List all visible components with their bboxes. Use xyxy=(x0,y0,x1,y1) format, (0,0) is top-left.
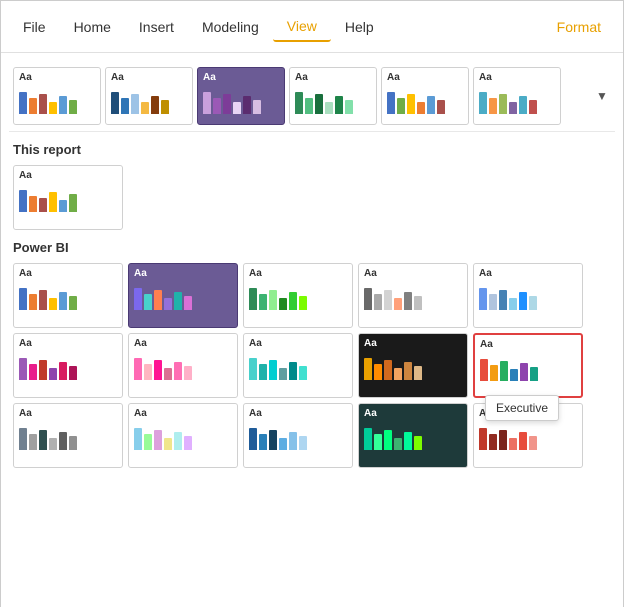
theme-card-bars xyxy=(19,352,117,380)
this-report-grid: Aa xyxy=(9,163,615,232)
theme-card-bars xyxy=(295,86,371,114)
theme-panel: Aa Aa Aa Aa Aa Aa ▼ This report Aa Power BI Aa… xyxy=(1,53,623,608)
theme-card-label: Aa xyxy=(19,170,117,181)
menu-home[interactable]: Home xyxy=(60,13,125,41)
menu-insert[interactable]: Insert xyxy=(125,13,188,41)
theme-card-label: Aa xyxy=(19,268,117,279)
theme-card-bars xyxy=(19,184,117,212)
theme-tooltip: Executive xyxy=(485,395,559,421)
menu-format[interactable]: Format xyxy=(543,13,615,41)
theme-card-label: Aa xyxy=(249,268,347,279)
theme-card-bars xyxy=(364,422,462,450)
theme-card-label: Aa xyxy=(295,72,371,83)
theme-card-bars xyxy=(19,86,95,114)
theme-card-label: Aa xyxy=(364,338,462,349)
theme-card[interactable]: Aa xyxy=(13,67,101,125)
theme-card-bars xyxy=(249,352,347,380)
theme-card-bars xyxy=(134,282,232,310)
theme-card-label: Aa xyxy=(19,338,117,349)
theme-card-label: Aa xyxy=(134,338,232,349)
theme-card-bars xyxy=(249,282,347,310)
theme-card[interactable]: Aa xyxy=(473,67,561,125)
theme-card[interactable]: Aa xyxy=(473,263,583,328)
theme-card-bars xyxy=(111,86,187,114)
theme-card[interactable]: Aa xyxy=(358,333,468,398)
theme-card[interactable]: Aa xyxy=(243,333,353,398)
theme-card-label: Aa xyxy=(111,72,187,83)
theme-card-label: Aa xyxy=(479,268,577,279)
theme-card[interactable]: Aa xyxy=(289,67,377,125)
theme-card[interactable]: Aa xyxy=(381,67,469,125)
theme-card[interactable]: Aa xyxy=(13,403,123,468)
theme-card-bars xyxy=(479,86,555,114)
theme-card-bars xyxy=(364,352,462,380)
theme-card-label: Aa xyxy=(364,268,462,279)
theme-card[interactable]: Aa xyxy=(243,403,353,468)
theme-card-bars xyxy=(479,282,577,310)
theme-card-bars xyxy=(249,422,347,450)
theme-card-bars xyxy=(134,352,232,380)
power-bi-grid: AaAaAaAaAaAaAaAaAaAaExecutiveAaAaAaAaAa xyxy=(9,261,615,470)
ribbon-themes-row: Aa Aa Aa Aa Aa Aa ▼ xyxy=(9,61,615,132)
menu-help[interactable]: Help xyxy=(331,13,388,41)
theme-card[interactable]: Aa xyxy=(128,403,238,468)
theme-card-label: Aa xyxy=(364,408,462,419)
theme-card[interactable]: Aa xyxy=(243,263,353,328)
theme-card[interactable]: Aa xyxy=(13,333,123,398)
theme-card-label: Aa xyxy=(249,338,347,349)
theme-card-bars xyxy=(203,86,279,114)
theme-card[interactable]: Aa xyxy=(128,263,238,328)
theme-card[interactable]: Aa xyxy=(13,165,123,230)
theme-card-label: Aa xyxy=(134,408,232,419)
theme-card-bars xyxy=(480,353,576,381)
theme-card[interactable]: Aa xyxy=(358,263,468,328)
menu-view[interactable]: View xyxy=(273,12,331,42)
theme-card[interactable]: Aa xyxy=(197,67,285,125)
this-report-section-title: This report xyxy=(13,142,611,157)
menubar: File Home Insert Modeling View Help Form… xyxy=(1,1,623,53)
theme-card-bars xyxy=(19,422,117,450)
theme-card[interactable]: Aa xyxy=(105,67,193,125)
theme-card-bars xyxy=(387,86,463,114)
theme-card-label: Aa xyxy=(19,72,95,83)
theme-card[interactable]: Aa xyxy=(13,263,123,328)
theme-card-label: Aa xyxy=(479,72,555,83)
theme-card[interactable]: Aa xyxy=(128,333,238,398)
theme-card-bars xyxy=(134,422,232,450)
theme-card-label: Aa xyxy=(480,339,576,350)
menu-modeling[interactable]: Modeling xyxy=(188,13,273,41)
theme-card-label: Aa xyxy=(203,72,279,83)
theme-card-label: Aa xyxy=(387,72,463,83)
theme-card[interactable]: Aa xyxy=(358,403,468,468)
theme-card-bars xyxy=(19,282,117,310)
theme-card[interactable]: AaExecutive xyxy=(473,333,583,398)
theme-card-label: Aa xyxy=(249,408,347,419)
ribbon-dropdown-arrow[interactable]: ▼ xyxy=(593,87,611,105)
theme-card-bars xyxy=(364,282,462,310)
theme-card-label: Aa xyxy=(134,268,232,279)
power-bi-section-title: Power BI xyxy=(13,240,611,255)
menu-file[interactable]: File xyxy=(9,13,60,41)
theme-card-label: Aa xyxy=(19,408,117,419)
theme-card-bars xyxy=(479,422,577,450)
